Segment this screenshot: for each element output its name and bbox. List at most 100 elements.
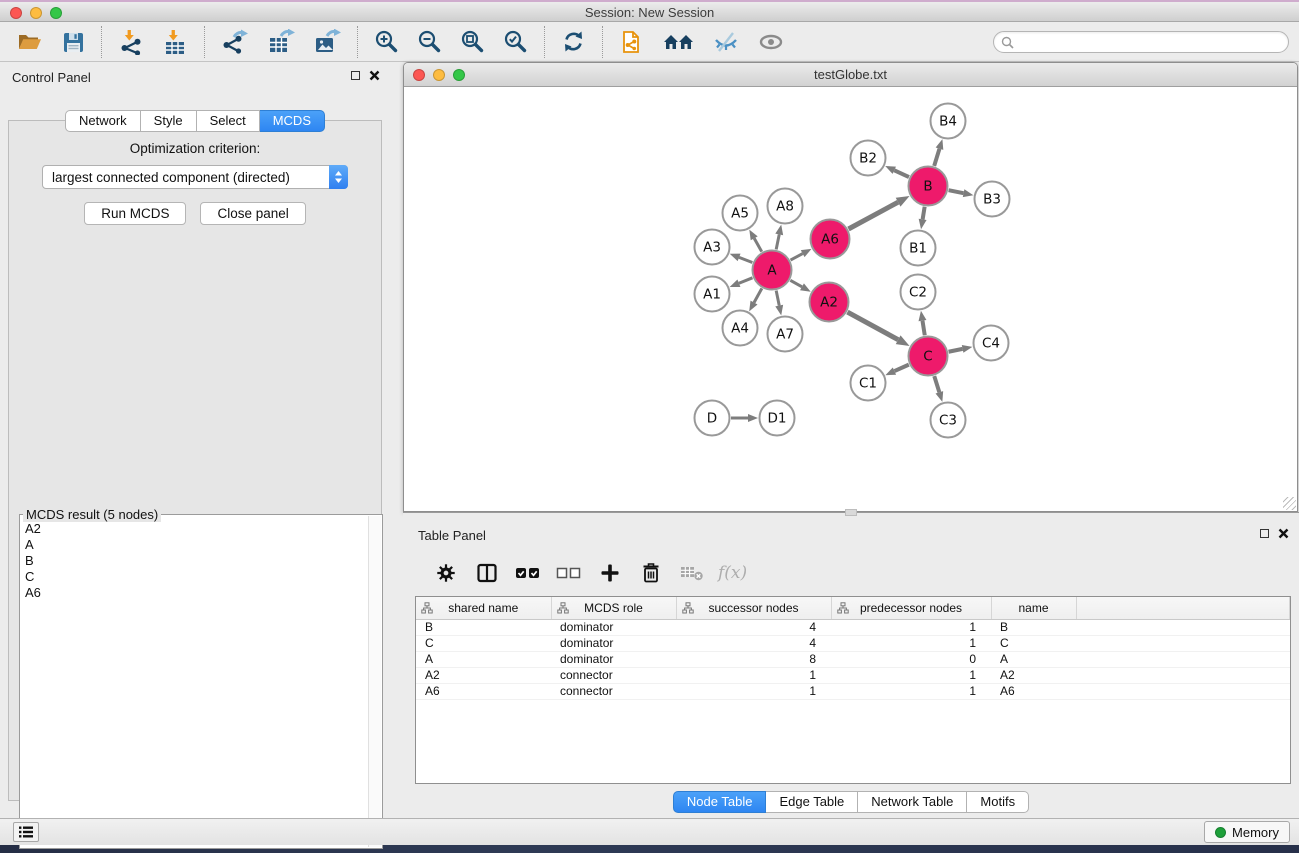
graph-edge-B-B2[interactable] <box>894 170 909 177</box>
graph-edge-A-A5[interactable] <box>754 238 762 251</box>
table-row[interactable]: Adominator80A <box>416 651 1290 667</box>
float-table-panel-icon[interactable] <box>1260 529 1269 538</box>
table-cell[interactable]: 1 <box>831 635 991 651</box>
first-neighbors-button[interactable] <box>659 28 699 56</box>
tab-style[interactable]: Style <box>141 110 197 132</box>
table-cell[interactable]: dominator <box>551 619 676 635</box>
delete-column-icon[interactable] <box>636 558 666 588</box>
table-cell[interactable]: 1 <box>831 619 991 635</box>
graph-edge-C-C3[interactable] <box>934 376 939 392</box>
graph-edge-C-C1[interactable] <box>894 365 908 371</box>
close-table-panel-icon[interactable] <box>1278 528 1289 539</box>
search-box[interactable] <box>993 31 1289 53</box>
clear-selection-icon[interactable] <box>554 558 584 588</box>
table-cell[interactable]: connector <box>551 667 676 683</box>
tab-edge-table[interactable]: Edge Table <box>766 791 858 813</box>
new-network-from-selection-button[interactable] <box>615 26 649 58</box>
save-session-button[interactable] <box>57 28 89 56</box>
table-cell[interactable]: A <box>991 651 1076 667</box>
close-panel-icon[interactable] <box>369 70 380 81</box>
graph-edge-A-A1[interactable] <box>739 278 753 283</box>
tab-select[interactable]: Select <box>197 110 260 132</box>
export-network-button[interactable] <box>217 27 253 57</box>
table-cell[interactable]: 1 <box>831 667 991 683</box>
graph-edge-A-A4[interactable] <box>754 288 762 302</box>
add-column-icon[interactable] <box>595 558 625 588</box>
table-cell[interactable]: connector <box>551 683 676 699</box>
tab-node-table[interactable]: Node Table <box>673 791 767 813</box>
zoom-in-button[interactable] <box>370 27 403 56</box>
column-header-shared-name[interactable]: shared name <box>416 597 551 619</box>
column-header-successor-nodes[interactable]: successor nodes <box>676 597 831 619</box>
table-cell[interactable]: C <box>416 635 551 651</box>
table-cell[interactable]: dominator <box>551 635 676 651</box>
search-input[interactable] <box>1018 33 1288 51</box>
graph-edge-A-A2[interactable] <box>790 280 802 287</box>
open-session-button[interactable] <box>13 28 47 56</box>
criterion-dropdown[interactable]: largest connected component (directed) <box>42 165 348 189</box>
result-item[interactable]: A2 <box>21 520 368 536</box>
table-cell[interactable]: 0 <box>831 651 991 667</box>
resize-grip-icon[interactable] <box>1283 497 1296 510</box>
zoom-selected-button[interactable] <box>499 27 532 56</box>
table-row[interactable]: Cdominator41C <box>416 635 1290 651</box>
table-cell[interactable]: A <box>416 651 551 667</box>
graph-edge-C-C4[interactable] <box>949 349 963 352</box>
import-table-button[interactable] <box>158 27 192 57</box>
tab-network[interactable]: Network <box>65 110 141 132</box>
run-mcds-button[interactable]: Run MCDS <box>84 202 186 225</box>
zoom-out-button[interactable] <box>413 27 446 56</box>
table-cell[interactable]: B <box>416 619 551 635</box>
import-network-button[interactable] <box>114 27 148 57</box>
column-selector-icon[interactable] <box>472 558 502 588</box>
export-image-button[interactable] <box>309 27 345 57</box>
result-scrollbar[interactable] <box>368 516 381 847</box>
graph-edge-B-B3[interactable] <box>949 190 964 193</box>
column-header-MCDS-role[interactable]: MCDS role <box>551 597 676 619</box>
table-cell[interactable]: 4 <box>676 635 831 651</box>
graph-edge-C-C2[interactable] <box>922 321 924 336</box>
tab-network-table[interactable]: Network Table <box>858 791 967 813</box>
network-canvas[interactable]: A5A8A3A1A4A7AA6A2BB2B4B3B1CC2C4C1C3DD1 <box>404 88 1297 511</box>
refresh-view-button[interactable] <box>557 27 590 56</box>
table-cell[interactable]: A6 <box>416 683 551 699</box>
graph-edge-A-A3[interactable] <box>739 257 752 262</box>
result-item[interactable]: B <box>21 552 368 568</box>
result-item[interactable]: A6 <box>21 584 368 600</box>
tab-motifs[interactable]: Motifs <box>967 791 1029 813</box>
graph-edge-B-B1[interactable] <box>923 207 925 220</box>
export-table-button[interactable] <box>263 27 299 57</box>
table-cell[interactable]: B <box>991 619 1076 635</box>
graph-edge-A-A7[interactable] <box>776 291 779 306</box>
column-header-predecessor-nodes[interactable]: predecessor nodes <box>831 597 991 619</box>
result-item[interactable]: A <box>21 536 368 552</box>
table-cell[interactable]: 1 <box>831 683 991 699</box>
table-row[interactable]: A2connector11A2 <box>416 667 1290 683</box>
task-history-button[interactable] <box>13 822 39 842</box>
table-cell[interactable]: A2 <box>991 667 1076 683</box>
graph-edge-A6-B[interactable] <box>848 202 898 229</box>
table-cell[interactable]: A2 <box>416 667 551 683</box>
node-table[interactable]: shared nameMCDS rolesuccessor nodesprede… <box>415 596 1291 784</box>
table-cell[interactable]: 1 <box>676 683 831 699</box>
table-cell[interactable]: 4 <box>676 619 831 635</box>
memory-button[interactable]: Memory <box>1204 821 1290 843</box>
function-builder-icon[interactable]: f(x) <box>718 563 747 583</box>
table-cell[interactable]: C <box>991 635 1076 651</box>
table-cell[interactable]: dominator <box>551 651 676 667</box>
delete-table-icon[interactable] <box>677 558 707 588</box>
select-all-rows-icon[interactable] <box>513 558 543 588</box>
table-row[interactable]: Bdominator41B <box>416 619 1290 635</box>
graph-edge-A-A6[interactable] <box>791 254 803 260</box>
graph-edge-A-A8[interactable] <box>776 234 779 249</box>
float-panel-icon[interactable] <box>351 71 360 80</box>
zoom-fit-button[interactable] <box>456 27 489 56</box>
horizontal-splitter[interactable] <box>403 512 1299 520</box>
column-header-name[interactable]: name <box>991 597 1076 619</box>
result-item[interactable]: C <box>21 568 368 584</box>
graph-edge-A2-C[interactable] <box>847 312 898 340</box>
table-cell[interactable]: A6 <box>991 683 1076 699</box>
network-window-titlebar[interactable]: testGlobe.txt <box>404 63 1297 87</box>
table-cell[interactable]: 1 <box>676 667 831 683</box>
tab-mcds[interactable]: MCDS <box>260 110 325 132</box>
